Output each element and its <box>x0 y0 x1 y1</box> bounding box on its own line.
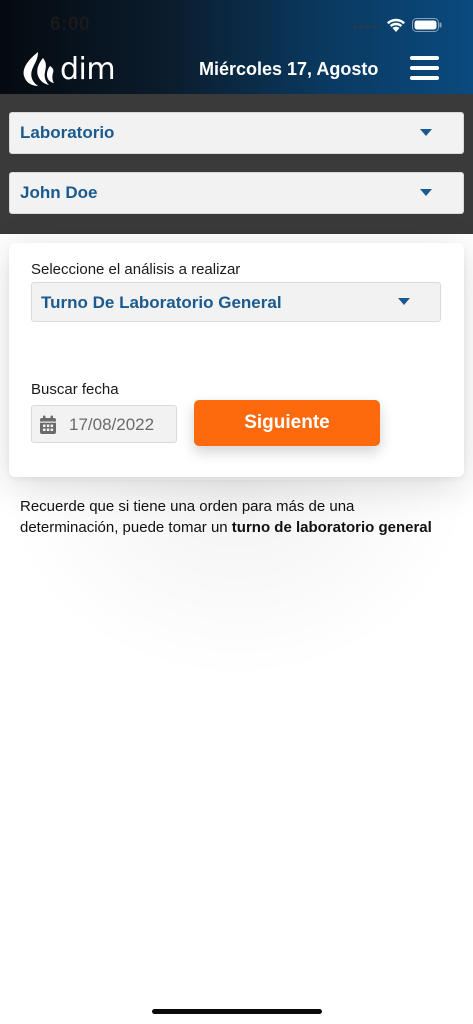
date-field[interactable]: 17/08/2022 <box>31 405 177 443</box>
patient-select-value: John Doe <box>20 183 98 202</box>
cellular-signal-icon <box>353 25 377 29</box>
date-label: Buscar fecha <box>31 381 119 398</box>
brand-name: dim <box>60 52 116 87</box>
status-bar: 6:00 <box>0 0 473 50</box>
wifi-icon <box>387 18 405 32</box>
date-value: 17/08/2022 <box>69 415 155 434</box>
filters-panel: Laboratorio John Doe <box>0 94 473 234</box>
home-indicator[interactable] <box>152 1009 322 1014</box>
analysis-label: Seleccione el análisis a realizar <box>31 261 241 278</box>
patient-select[interactable]: John Doe <box>9 172 464 214</box>
chevron-down-icon <box>420 129 432 136</box>
appointment-card: Seleccione el análisis a realizar Turno … <box>9 243 464 477</box>
status-time: 6:00 <box>50 14 91 35</box>
hamburger-menu-icon[interactable] <box>410 56 440 82</box>
app-header: 6:00 dim Miércoles 17, Agosto <box>0 0 473 94</box>
calendar-icon <box>40 415 56 434</box>
next-button[interactable]: Siguiente <box>194 400 380 446</box>
analysis-select[interactable]: Turno De Laboratorio General <box>31 282 441 322</box>
chevron-down-icon <box>420 189 432 196</box>
header-date: Miércoles 17, Agosto <box>199 59 379 79</box>
info-text: Recuerde que si tiene una orden para más… <box>20 496 450 538</box>
service-select[interactable]: Laboratorio <box>9 112 464 154</box>
battery-icon <box>412 18 442 32</box>
chevron-down-icon <box>398 298 410 305</box>
info-text-bold: turno de laboratorio general <box>231 519 432 536</box>
service-select-value: Laboratorio <box>20 123 115 142</box>
analysis-select-value: Turno De Laboratorio General <box>41 293 282 312</box>
